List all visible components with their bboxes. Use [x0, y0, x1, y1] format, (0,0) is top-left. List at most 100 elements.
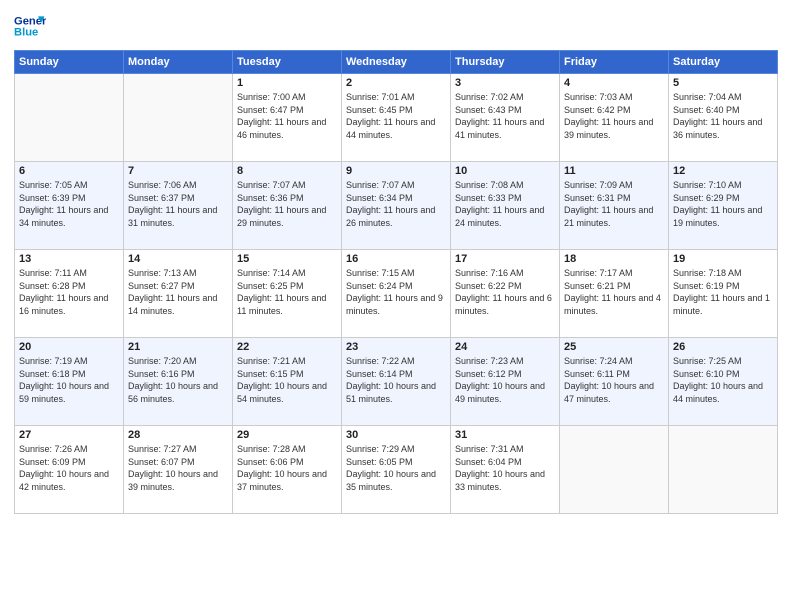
day-info: Sunrise: 7:25 AM Sunset: 6:10 PM Dayligh… [673, 355, 773, 405]
day-info: Sunrise: 7:21 AM Sunset: 6:15 PM Dayligh… [237, 355, 337, 405]
day-info: Sunrise: 7:20 AM Sunset: 6:16 PM Dayligh… [128, 355, 228, 405]
day-number: 28 [128, 429, 228, 441]
calendar-week-row: 13 Sunrise: 7:11 AM Sunset: 6:28 PM Dayli… [15, 250, 778, 338]
day-number: 31 [455, 429, 555, 441]
day-number: 12 [673, 165, 773, 177]
day-number: 9 [346, 165, 446, 177]
day-number: 15 [237, 253, 337, 265]
calendar-day-cell: 3 Sunrise: 7:02 AM Sunset: 6:43 PM Daylig… [451, 74, 560, 162]
day-info: Sunrise: 7:02 AM Sunset: 6:43 PM Dayligh… [455, 91, 555, 141]
calendar-week-row: 27 Sunrise: 7:26 AM Sunset: 6:09 PM Dayli… [15, 426, 778, 514]
weekday-header: Wednesday [342, 51, 451, 74]
day-info: Sunrise: 7:07 AM Sunset: 6:34 PM Dayligh… [346, 179, 446, 229]
logo: General Blue [14, 10, 46, 42]
calendar-day-cell: 29Sunrise: 7:28 AM Sunset: 6:06 PM Dayli… [233, 426, 342, 514]
day-info: Sunrise: 7:14 AM Sunset: 6:25 PM Dayligh… [237, 267, 337, 317]
calendar-day-cell: 14 Sunrise: 7:13 AM Sunset: 6:27 PM Dayli… [124, 250, 233, 338]
calendar-day-cell: 28 Sunrise: 7:27 AM Sunset: 6:07 PM Dayli… [124, 426, 233, 514]
day-info: Sunrise: 7:28 AM Sunset: 6:06 PM Dayligh… [237, 443, 337, 493]
day-number: 19 [673, 253, 773, 265]
day-info: Sunrise: 7:16 AM Sunset: 6:22 PM Dayligh… [455, 267, 555, 317]
day-info: Sunrise: 7:01 AM Sunset: 6:45 PM Dayligh… [346, 91, 446, 141]
day-info: Sunrise: 7:00 AM Sunset: 6:47 PM Dayligh… [237, 91, 337, 141]
calendar-day-cell: 15 Sunrise: 7:14 AM Sunset: 6:25 PM Dayli… [233, 250, 342, 338]
calendar-day-cell: 5 Sunrise: 7:04 AM Sunset: 6:40 PM Daylig… [669, 74, 778, 162]
day-number: 4 [564, 77, 664, 89]
calendar-day-cell: 25 Sunrise: 7:24 AM Sunset: 6:11 PM Dayli… [560, 338, 669, 426]
day-number: 14 [128, 253, 228, 265]
calendar-day-cell: 13 Sunrise: 7:11 AM Sunset: 6:28 PM Dayli… [15, 250, 124, 338]
day-info: Sunrise: 7:13 AM Sunset: 6:27 PM Dayligh… [128, 267, 228, 317]
day-number: 21 [128, 341, 228, 353]
day-number: 30 [346, 429, 446, 441]
calendar-day-cell: 19 Sunrise: 7:18 AM Sunset: 6:19 PM Dayli… [669, 250, 778, 338]
day-info: Sunrise: 7:29 AM Sunset: 6:05 PM Dayligh… [346, 443, 446, 493]
day-info: Sunrise: 7:11 AM Sunset: 6:28 PM Dayligh… [19, 267, 119, 317]
weekday-header: Sunday [15, 51, 124, 74]
day-info: Sunrise: 7:15 AM Sunset: 6:24 PM Dayligh… [346, 267, 446, 317]
day-number: 25 [564, 341, 664, 353]
calendar-day-cell: 31 Sunrise: 7:31 AM Sunset: 6:04 PM Dayli… [451, 426, 560, 514]
day-info: Sunrise: 7:09 AM Sunset: 6:31 PM Dayligh… [564, 179, 664, 229]
day-info: Sunrise: 7:31 AM Sunset: 6:04 PM Dayligh… [455, 443, 555, 493]
calendar-day-cell: 21 Sunrise: 7:20 AM Sunset: 6:16 PM Dayli… [124, 338, 233, 426]
calendar-day-cell: 8Sunrise: 7:07 AM Sunset: 6:36 PM Daylig… [233, 162, 342, 250]
day-info: Sunrise: 7:23 AM Sunset: 6:12 PM Dayligh… [455, 355, 555, 405]
day-info: Sunrise: 7:19 AM Sunset: 6:18 PM Dayligh… [19, 355, 119, 405]
day-info: Sunrise: 7:22 AM Sunset: 6:14 PM Dayligh… [346, 355, 446, 405]
day-info: Sunrise: 7:27 AM Sunset: 6:07 PM Dayligh… [128, 443, 228, 493]
svg-text:Blue: Blue [14, 27, 38, 39]
calendar-day-cell: 16 Sunrise: 7:15 AM Sunset: 6:24 PM Dayli… [342, 250, 451, 338]
calendar-day-cell: 22 Sunrise: 7:21 AM Sunset: 6:15 PM Dayli… [233, 338, 342, 426]
day-number: 7 [128, 165, 228, 177]
day-info: Sunrise: 7:07 AM Sunset: 6:36 PM Dayligh… [237, 179, 337, 229]
calendar-day-cell: 23 Sunrise: 7:22 AM Sunset: 6:14 PM Dayli… [342, 338, 451, 426]
logo-icon: General Blue [14, 10, 46, 42]
calendar-day-cell: 9 Sunrise: 7:07 AM Sunset: 6:34 PM Daylig… [342, 162, 451, 250]
calendar-day-cell: 11 Sunrise: 7:09 AM Sunset: 6:31 PM Dayli… [560, 162, 669, 250]
calendar-day-cell [669, 426, 778, 514]
day-number: 17 [455, 253, 555, 265]
day-info: Sunrise: 7:04 AM Sunset: 6:40 PM Dayligh… [673, 91, 773, 141]
day-number: 27 [19, 429, 119, 441]
weekday-header-row: SundayMondayTuesdayWednesdayThursdayFrid… [15, 51, 778, 74]
calendar-table: SundayMondayTuesdayWednesdayThursdayFrid… [14, 50, 778, 514]
day-number: 5 [673, 77, 773, 89]
weekday-header: Friday [560, 51, 669, 74]
calendar-day-cell: 7 Sunrise: 7:06 AM Sunset: 6:37 PM Daylig… [124, 162, 233, 250]
day-number: 18 [564, 253, 664, 265]
calendar-day-cell: 26 Sunrise: 7:25 AM Sunset: 6:10 PM Dayli… [669, 338, 778, 426]
day-number: 22 [237, 341, 337, 353]
day-number: 16 [346, 253, 446, 265]
day-info: Sunrise: 7:26 AM Sunset: 6:09 PM Dayligh… [19, 443, 119, 493]
page-header: General Blue [14, 10, 778, 42]
day-number: 26 [673, 341, 773, 353]
calendar-week-row: 6 Sunrise: 7:05 AM Sunset: 6:39 PM Daylig… [15, 162, 778, 250]
calendar-day-cell: 2Sunrise: 7:01 AM Sunset: 6:45 PM Daylig… [342, 74, 451, 162]
day-info: Sunrise: 7:24 AM Sunset: 6:11 PM Dayligh… [564, 355, 664, 405]
calendar-day-cell: 24Sunrise: 7:23 AM Sunset: 6:12 PM Dayli… [451, 338, 560, 426]
day-info: Sunrise: 7:08 AM Sunset: 6:33 PM Dayligh… [455, 179, 555, 229]
calendar-week-row: 20 Sunrise: 7:19 AM Sunset: 6:18 PM Dayli… [15, 338, 778, 426]
calendar-day-cell: 27 Sunrise: 7:26 AM Sunset: 6:09 PM Dayli… [15, 426, 124, 514]
day-number: 23 [346, 341, 446, 353]
day-info: Sunrise: 7:06 AM Sunset: 6:37 PM Dayligh… [128, 179, 228, 229]
calendar-day-cell: 17 Sunrise: 7:16 AM Sunset: 6:22 PM Dayli… [451, 250, 560, 338]
day-number: 20 [19, 341, 119, 353]
calendar-day-cell [15, 74, 124, 162]
calendar-day-cell: 1 Sunrise: 7:00 AM Sunset: 6:47 PM Daylig… [233, 74, 342, 162]
day-info: Sunrise: 7:18 AM Sunset: 6:19 PM Dayligh… [673, 267, 773, 317]
calendar-day-cell: 10Sunrise: 7:08 AM Sunset: 6:33 PM Dayli… [451, 162, 560, 250]
calendar-day-cell: 6 Sunrise: 7:05 AM Sunset: 6:39 PM Daylig… [15, 162, 124, 250]
calendar-day-cell: 30 Sunrise: 7:29 AM Sunset: 6:05 PM Dayli… [342, 426, 451, 514]
weekday-header: Tuesday [233, 51, 342, 74]
calendar-day-cell: 20 Sunrise: 7:19 AM Sunset: 6:18 PM Dayli… [15, 338, 124, 426]
day-info: Sunrise: 7:05 AM Sunset: 6:39 PM Dayligh… [19, 179, 119, 229]
day-number: 13 [19, 253, 119, 265]
calendar-day-cell: 12Sunrise: 7:10 AM Sunset: 6:29 PM Dayli… [669, 162, 778, 250]
day-number: 3 [455, 77, 555, 89]
day-number: 11 [564, 165, 664, 177]
day-number: 6 [19, 165, 119, 177]
calendar-day-cell [124, 74, 233, 162]
day-number: 1 [237, 77, 337, 89]
